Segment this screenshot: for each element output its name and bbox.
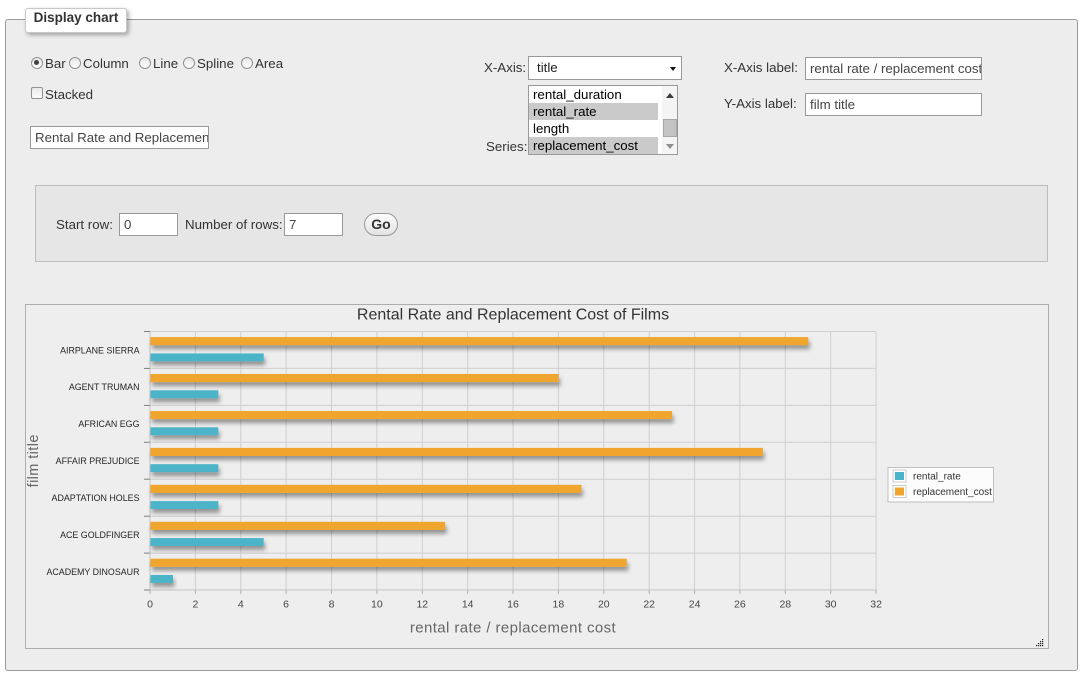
svg-text:ACE GOLDFINGER: ACE GOLDFINGER bbox=[60, 530, 139, 540]
svg-text:4: 4 bbox=[238, 599, 244, 611]
svg-text:8: 8 bbox=[329, 599, 335, 611]
svg-text:0: 0 bbox=[147, 599, 153, 611]
svg-text:20: 20 bbox=[598, 599, 610, 611]
svg-text:ACADEMY DINOSAUR: ACADEMY DINOSAUR bbox=[46, 567, 139, 577]
svg-text:AIRPLANE SIERRA: AIRPLANE SIERRA bbox=[60, 345, 139, 355]
svg-text:film title: film title bbox=[26, 434, 42, 487]
svg-text:Rental Rate and Replacement Co: Rental Rate and Replacement Cost of Film… bbox=[357, 307, 669, 324]
svg-text:rental rate / replacement cost: rental rate / replacement cost bbox=[410, 620, 617, 637]
svg-text:replacement_cost: replacement_cost bbox=[913, 487, 992, 498]
svg-text:rental_rate: rental_rate bbox=[913, 472, 961, 483]
svg-text:22: 22 bbox=[643, 599, 655, 611]
svg-text:18: 18 bbox=[553, 599, 565, 611]
svg-text:16: 16 bbox=[507, 599, 519, 611]
svg-text:10: 10 bbox=[371, 599, 383, 611]
svg-text:ADAPTATION HOLES: ADAPTATION HOLES bbox=[52, 493, 140, 503]
svg-text:24: 24 bbox=[689, 599, 701, 611]
svg-text:AFRICAN EGG: AFRICAN EGG bbox=[78, 419, 139, 429]
svg-text:6: 6 bbox=[283, 599, 289, 611]
svg-text:28: 28 bbox=[779, 599, 791, 611]
svg-text:14: 14 bbox=[462, 599, 474, 611]
svg-text:12: 12 bbox=[416, 599, 428, 611]
svg-text:32: 32 bbox=[870, 599, 882, 611]
svg-text:30: 30 bbox=[825, 599, 837, 611]
svg-text:26: 26 bbox=[734, 599, 746, 611]
svg-text:AFFAIR PREJUDICE: AFFAIR PREJUDICE bbox=[56, 456, 140, 466]
svg-text:AGENT TRUMAN: AGENT TRUMAN bbox=[69, 382, 140, 392]
svg-text:2: 2 bbox=[192, 599, 198, 611]
